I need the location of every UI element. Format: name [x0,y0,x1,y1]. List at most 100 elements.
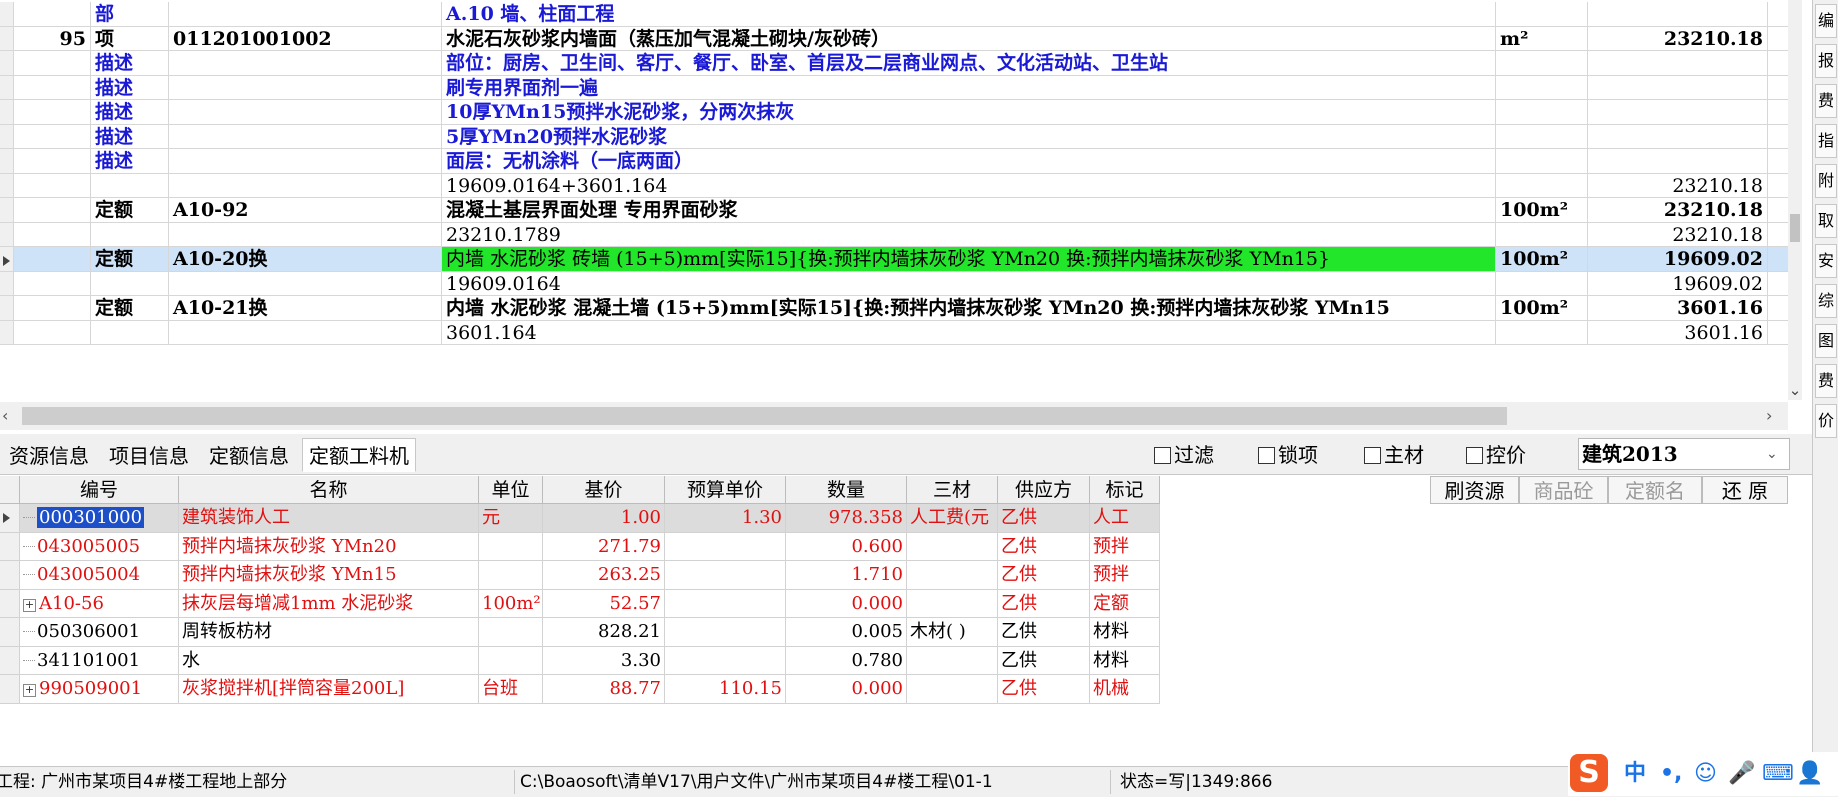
item-unit[interactable]: 100m² [1496,296,1588,320]
bill-row[interactable]: 19609.0164 19609.02 [0,271,1788,296]
item-quantity[interactable]: 23210.18 [1588,173,1768,197]
bill-row[interactable]: 定额 A10-20换 内墙 水泥砂浆 砖墙 (15+5)mm[实际15]{换:预拌内… [0,247,1788,272]
row-number[interactable] [14,296,91,320]
side-panel-button[interactable]: 费 [1815,84,1837,118]
bill-row[interactable]: 3601.164 3601.16 [0,320,1788,345]
item-unit[interactable] [1496,271,1588,295]
item-name[interactable]: 面层：无机涂料（一底两面） [442,149,1496,173]
side-panel-button[interactable]: 报 [1815,44,1837,78]
top-grid-horizontal-scroll-thumb[interactable] [22,407,1507,425]
row-type[interactable]: 定额 [91,247,169,271]
resource-budget-price[interactable] [665,532,786,561]
bill-items-grid[interactable]: 部 A.10 墙、柱面工程 95 项 011201001002 水泥石灰砂浆内墙面（蒸压加… [0,0,1788,400]
resource-code[interactable]: + A10-56 [20,589,179,618]
resource-base-price[interactable]: 1.00 [543,504,665,533]
side-panel-button[interactable]: 指 [1815,124,1837,158]
scroll-left-arrow-icon[interactable]: ‹ [2,402,20,430]
resource-unit[interactable] [479,561,543,590]
resource-budget-price[interactable]: 110.15 [665,675,786,704]
resource-base-price[interactable]: 52.57 [543,589,665,618]
resource-unit[interactable]: 台班 [479,675,543,704]
bill-row[interactable]: 描述 5厚YMn20预拌水泥砂浆 [0,124,1788,149]
side-panel-button[interactable]: 附 [1815,164,1837,198]
lock-item-checkbox[interactable]: 锁项 [1258,440,1318,470]
resource-mark[interactable]: 预拌 [1090,532,1160,561]
row-number[interactable] [14,271,91,295]
scroll-down-arrow-icon[interactable]: ⌄ [1788,380,1802,400]
row-number[interactable]: 95 [14,26,91,50]
resource-row[interactable]: 341101001 水 3.30 0.780 乙供 材料 [0,646,1160,675]
tab-resource-info[interactable]: 资源信息 [2,438,96,472]
row-number[interactable] [14,149,91,173]
resource-mark[interactable]: 材料 [1090,646,1160,675]
item-unit[interactable] [1496,149,1588,173]
resource-supplier[interactable]: 乙供 [998,646,1090,675]
bill-row[interactable]: 定额 A10-92 混凝土基层界面处理 专用界面砂浆 100m² 23210.18 [0,198,1788,223]
row-number[interactable] [14,75,91,99]
resource-budget-price[interactable] [665,646,786,675]
chevron-down-icon[interactable]: ⌄ [1766,438,1778,470]
item-code[interactable] [169,75,442,99]
expand-plus-icon[interactable]: + [23,684,36,697]
resource-row[interactable]: 050306001 周转板枋材 828.21 0.005 木材( ) 乙供 材料 [0,618,1160,647]
resource-code[interactable]: 000301000 [20,504,179,533]
item-quantity[interactable]: 19609.02 [1588,247,1768,271]
bill-row[interactable]: 95 项 011201001002 水泥石灰砂浆内墙面（蒸压加气混凝土砌块/灰砂砖） m… [0,26,1788,51]
item-quantity[interactable] [1588,2,1768,26]
resource-budget-price[interactable] [665,589,786,618]
resource-unit[interactable] [479,646,543,675]
item-code[interactable] [169,51,442,75]
row-number[interactable] [14,198,91,222]
item-name[interactable]: 10厚YMn15预拌水泥砂浆，分两次抹灰 [442,100,1496,124]
resource-code[interactable]: +990509001 [20,675,179,704]
ime-logo-icon[interactable]: S [1570,754,1608,792]
tab-project-info[interactable]: 项目信息 [102,438,196,472]
resource-base-price[interactable]: 3.30 [543,646,665,675]
resource-mark[interactable]: 定额 [1090,589,1160,618]
resource-grid[interactable]: 000301000 建筑装饰人工元 1.00 1.30 978.358 人工费(元 乙供 人工… [0,476,1160,706]
resource-three-materials[interactable]: 木材( ) [907,618,998,647]
row-type[interactable] [91,271,169,295]
resource-mark[interactable]: 人工 [1090,504,1160,533]
item-code[interactable] [169,271,442,295]
item-unit[interactable] [1496,2,1588,26]
side-panel-button[interactable]: 图 [1815,324,1837,358]
item-quantity[interactable]: 23210.18 [1588,26,1768,50]
item-code[interactable]: A10-20换 [169,247,442,271]
resource-supplier[interactable]: 乙供 [998,504,1090,533]
resource-code[interactable]: 043005005 [20,532,179,561]
resource-code[interactable]: 341101001 [20,646,179,675]
item-unit[interactable]: 100m² [1496,198,1588,222]
resource-quantity[interactable]: 978.358 [786,504,907,533]
resource-row[interactable]: + A10-56 抹灰层每增减1mm 水泥砂浆 100m² 52.57 0.000 乙供 定额 [0,589,1160,618]
bill-row[interactable]: 定额 A10-21换 内墙 水泥砂浆 混凝土墙 (15+5)mm[实际15]{换:预… [0,296,1788,321]
resource-quantity[interactable]: 0.600 [786,532,907,561]
resource-three-materials[interactable] [907,561,998,590]
filter-checkbox[interactable]: 过滤 [1154,440,1214,470]
row-number[interactable] [14,222,91,246]
resource-supplier[interactable]: 乙供 [998,532,1090,561]
resource-unit[interactable] [479,618,543,647]
item-quantity[interactable] [1588,149,1768,173]
row-number[interactable] [14,51,91,75]
bill-row[interactable]: 23210.1789 23210.18 [0,222,1788,247]
side-panel-button[interactable]: 编 [1815,4,1837,38]
resource-base-price[interactable]: 88.77 [543,675,665,704]
item-code[interactable]: A10-92 [169,198,442,222]
side-panel-button[interactable]: 费 [1815,364,1837,398]
item-code[interactable] [169,124,442,148]
item-quantity[interactable]: 3601.16 [1588,320,1768,344]
side-panel-button[interactable]: 安 [1815,244,1837,278]
item-code[interactable] [169,100,442,124]
row-number[interactable] [14,2,91,26]
resource-unit[interactable]: 100m² [479,589,543,618]
scroll-right-arrow-icon[interactable]: › [1766,402,1784,430]
resource-quantity[interactable]: 0.000 [786,675,907,704]
item-name[interactable]: 水泥石灰砂浆内墙面（蒸压加气混凝土砌块/灰砂砖） [442,26,1496,50]
resource-three-materials[interactable]: 人工费(元 [907,504,998,533]
row-type[interactable]: 描述 [91,124,169,148]
item-name[interactable]: 23210.1789 [442,222,1496,246]
tab-quota-labor-material-machine[interactable]: 定额工料机 [302,438,416,472]
resource-mark[interactable]: 机械 [1090,675,1160,704]
side-panel-button[interactable]: 取 [1815,204,1837,238]
